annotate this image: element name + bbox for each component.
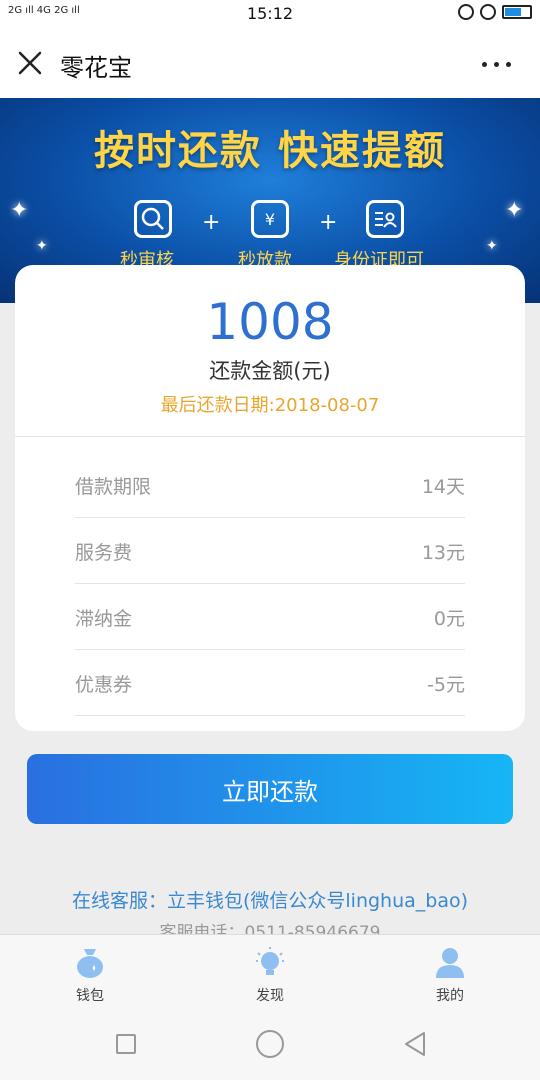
- row-label: 借款期限: [75, 476, 152, 498]
- row-value: 14天: [421, 476, 465, 498]
- tab-label: 我的: [436, 988, 464, 1004]
- svg-text:¥: ¥: [265, 210, 275, 229]
- row-value: 0元: [433, 608, 465, 630]
- person-icon: [434, 945, 466, 979]
- row-label: 优惠券: [75, 674, 133, 696]
- due-date: 最后还款日期:2018-08-07: [160, 395, 380, 416]
- more-icon[interactable]: [482, 54, 514, 72]
- tab-discover[interactable]: 发现: [210, 935, 330, 1011]
- magnifier-icon: [134, 200, 172, 238]
- plus-sign: +: [319, 210, 338, 235]
- plus-sign: +: [202, 210, 221, 235]
- amount-label: 还款金额(元): [209, 359, 331, 383]
- tab-mine[interactable]: 我的: [390, 935, 510, 1011]
- status-icons: [458, 4, 532, 20]
- yen-wallet-icon: ¥: [251, 200, 289, 238]
- sparkle-icon: ✦: [486, 238, 498, 254]
- status-bar: 2G ıll 4G 2G ıll 15:12: [0, 0, 540, 28]
- battery-icon: [502, 5, 532, 19]
- sparkle-icon: ✦: [36, 238, 48, 254]
- row-label: 服务费: [75, 542, 133, 564]
- customer-service-link[interactable]: 在线客服：立丰钱包(微信公众号linghua_bao): [0, 886, 540, 913]
- tab-label: 发现: [256, 988, 284, 1004]
- lightbulb-icon: [254, 945, 286, 979]
- detail-row-coupon: 优惠券 -5元: [75, 650, 465, 716]
- detail-row-service-fee: 服务费 13元: [75, 518, 465, 584]
- repayment-card: 1008 还款金额(元) 最后还款日期:2018-08-07 借款期限 14天 …: [15, 265, 525, 731]
- service-phone[interactable]: 客服电话：0511-85946679: [0, 918, 540, 934]
- lock-rotation-icon: [458, 4, 474, 20]
- tab-wallet[interactable]: 钱包: [30, 935, 150, 1011]
- home-icon[interactable]: [256, 1030, 284, 1058]
- row-label: 滞纳金: [75, 608, 133, 630]
- banner-title: 按时还款 快速提额: [94, 128, 446, 174]
- back-icon[interactable]: [402, 1030, 428, 1058]
- close-icon[interactable]: [14, 47, 46, 79]
- divider: [15, 436, 525, 437]
- tab-label: 钱包: [76, 988, 104, 1004]
- id-card-icon: [366, 200, 404, 238]
- wallet-bag-icon: [74, 945, 106, 979]
- title-bar: 零花宝: [0, 28, 540, 98]
- page-title: 零花宝: [60, 54, 132, 82]
- row-value: 13元: [421, 542, 465, 564]
- bottom-tab-bar: 钱包 发现 我的: [0, 934, 540, 1010]
- repay-now-button[interactable]: 立即还款: [27, 754, 513, 824]
- detail-row-late-fee: 滞纳金 0元: [75, 584, 465, 650]
- repayment-amount: 1008: [206, 293, 334, 351]
- detail-row-term: 借款期限 14天: [75, 452, 465, 518]
- row-value: -5元: [427, 674, 465, 696]
- alarm-icon: [480, 4, 496, 20]
- banner-features: + ¥ +: [0, 200, 540, 240]
- recent-apps-icon[interactable]: [116, 1034, 136, 1054]
- system-nav-bar: [0, 1010, 540, 1080]
